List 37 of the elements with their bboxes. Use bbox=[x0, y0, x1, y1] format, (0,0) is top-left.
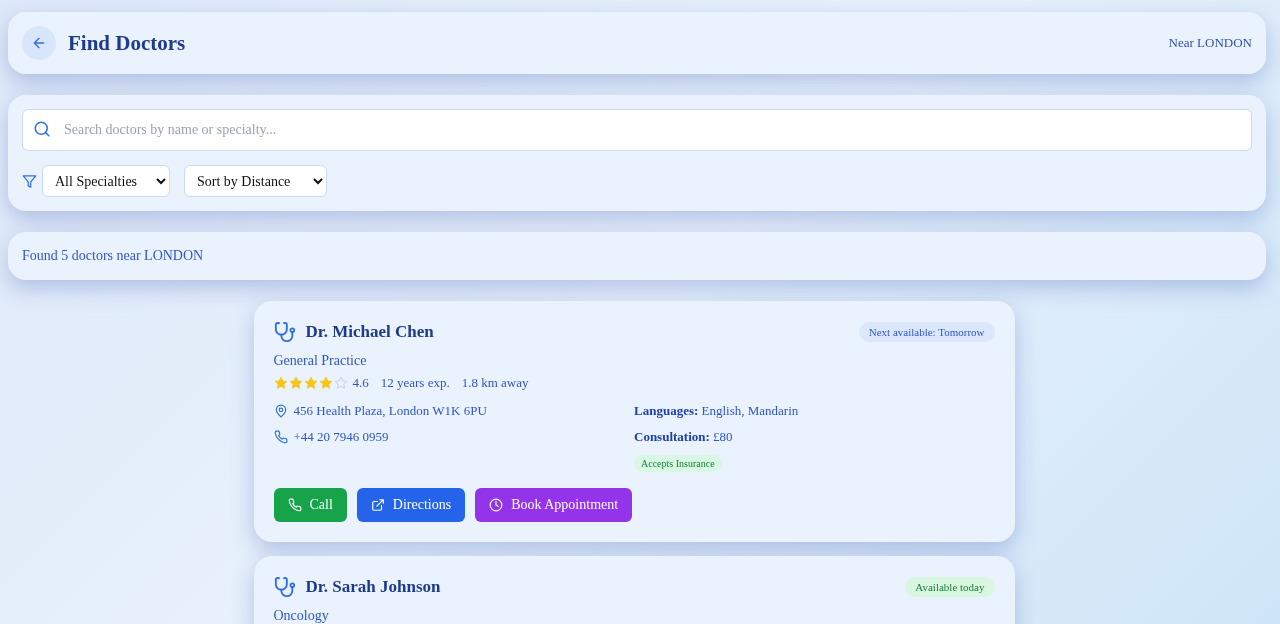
specialty: General Practice bbox=[273, 353, 368, 369]
star-icon bbox=[318, 376, 333, 390]
availability-badge: Available today bbox=[905, 577, 995, 597]
specialty-dropdown[interactable]: All Specialties bbox=[42, 165, 170, 197]
page-title: Find Doctors bbox=[68, 30, 187, 56]
star-icon bbox=[288, 376, 303, 390]
directions-button[interactable]: Directions bbox=[356, 488, 466, 522]
availability-badge: Next available: Tomorrow bbox=[858, 322, 995, 342]
phone-icon bbox=[287, 498, 302, 512]
address: 456 Health Plaza, London W1K 6PU bbox=[293, 403, 487, 419]
distance: 1.8 km away bbox=[461, 375, 529, 391]
phone-icon bbox=[273, 430, 288, 444]
stethoscope-icon bbox=[273, 321, 296, 343]
external-link-icon bbox=[370, 498, 385, 512]
location-pin-icon bbox=[273, 404, 288, 418]
consultation-fee: Consultation: £80 bbox=[634, 429, 734, 445]
back-button[interactable] bbox=[22, 26, 56, 60]
back-arrow-icon bbox=[31, 35, 47, 51]
sort-dropdown[interactable]: Sort by Distance bbox=[184, 165, 327, 197]
star-icon bbox=[303, 376, 318, 390]
book-button[interactable]: Book Appointment bbox=[475, 488, 633, 522]
doctor-name: Dr. Sarah Johnson bbox=[305, 577, 442, 597]
filter-icon bbox=[22, 173, 37, 189]
call-button[interactable]: Call bbox=[273, 488, 347, 522]
results-count: Found 5 doctors near LONDON bbox=[22, 248, 204, 264]
search-field[interactable]: Search doctors by name or specialty... bbox=[22, 109, 1252, 151]
rating: 4.6 bbox=[352, 375, 369, 391]
phone-number: +44 20 7946 0959 bbox=[293, 429, 389, 445]
location-label: Near LONDON bbox=[1168, 35, 1252, 51]
specialty: Oncology bbox=[273, 608, 330, 624]
insurance-badge: Accepts Insurance bbox=[634, 455, 722, 472]
stethoscope-icon bbox=[273, 576, 296, 598]
star-icon bbox=[273, 376, 288, 390]
doctor-name: Dr. Michael Chen bbox=[305, 322, 435, 342]
experience: 12 years exp. bbox=[380, 375, 450, 391]
clock-icon bbox=[489, 498, 504, 512]
languages: Languages: English, Mandarin bbox=[634, 403, 800, 419]
